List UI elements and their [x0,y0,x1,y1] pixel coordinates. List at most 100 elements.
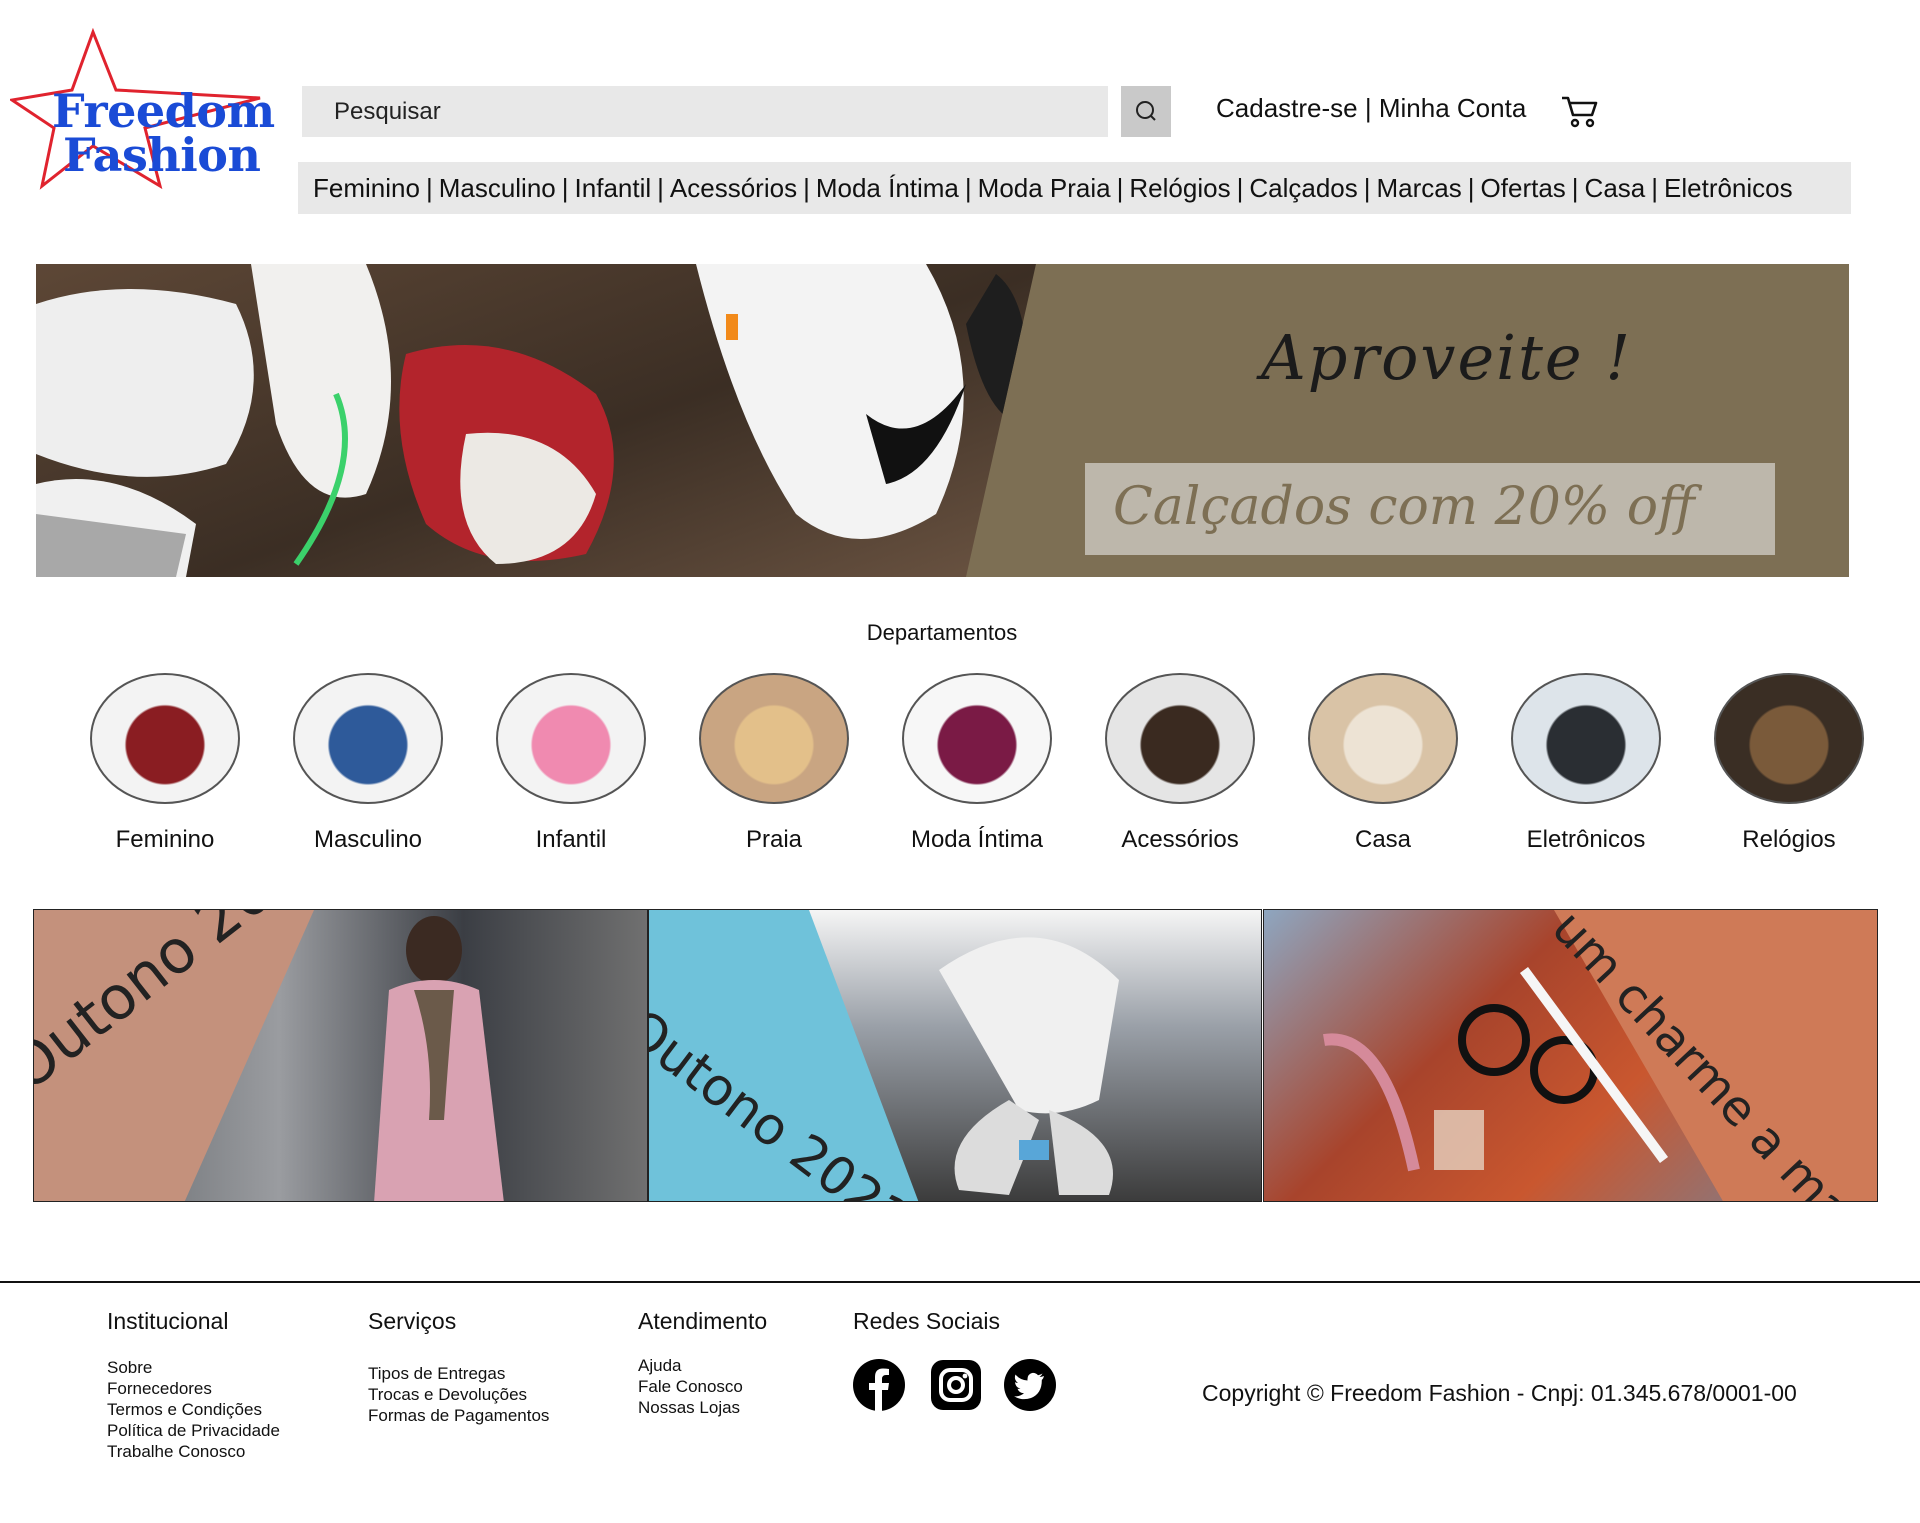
category-separator: | [1571,172,1579,203]
footer-divider [0,1281,1920,1283]
footer-col-institucional: Institucional Sobre Fornecedores Termos … [107,1308,280,1462]
department-label: Praia [745,826,803,853]
footer-link[interactable]: Trabalhe Conosco [107,1441,280,1462]
twitter-link[interactable] [1004,1359,1056,1411]
footer-link[interactable]: Nossas Lojas [638,1397,767,1418]
hero-banner[interactable]: Aproveite ! Calçados com 20% off [36,264,1849,577]
category-nav: Feminino | Masculino | Infantil | Acessórios | M… [298,162,1851,214]
footer-link[interactable]: Fale Conosco [638,1376,767,1397]
facebook-icon [853,1359,905,1411]
search-input[interactable] [302,86,1108,137]
department-label: Acessórios [1121,826,1239,853]
category-separator: | [425,172,433,203]
facebook-link[interactable] [853,1359,905,1411]
departments-title: Departamentos [866,620,1018,645]
category-separator: | [1363,172,1371,203]
footer-col-social: Redes Sociais [853,1308,1000,1335]
search-icon [1136,101,1156,121]
department-image [1105,673,1255,804]
brand-logo[interactable]: Freedom Fashion [10,28,275,193]
woman-coat-photo [374,916,504,1201]
department-label: Infantil [535,826,607,853]
department-item[interactable]: Casa [1283,673,1483,854]
category-nav-item[interactable]: Masculino [439,173,556,204]
category-nav-item[interactable]: Eletrônicos [1664,173,1793,204]
search-button[interactable] [1121,86,1171,137]
department-item[interactable]: Praia [674,673,874,854]
footer-col-title: Atendimento [638,1308,768,1334]
register-link[interactable]: Cadastre-se [1216,93,1358,123]
category-separator: | [1651,172,1659,203]
footer-col-title: Serviços [368,1308,457,1334]
department-item[interactable]: Acessórios [1080,673,1280,854]
department-label: Eletrônicos [1526,826,1646,853]
footer-links: Sobre Fornecedores Termos e Condições Po… [107,1357,280,1462]
footer-link[interactable]: Termos e Condições [107,1399,280,1420]
department-label: Masculino [313,826,423,853]
promo-banner-accessories[interactable]: um charme a mais [1263,909,1878,1202]
footer-col-title: Redes Sociais [853,1308,1001,1334]
footer-col-atendimento: Atendimento Ajuda Fale Conosco Nossas Lo… [638,1308,767,1418]
category-separator: | [1116,172,1124,203]
search-bar [302,86,1108,137]
category-nav-item[interactable]: Feminino [313,173,420,204]
instagram-link[interactable] [930,1359,982,1411]
brand-name-line2: Fashion [63,128,261,182]
hero-headline: Aproveite ! [1261,321,1633,394]
department-label: Feminino [115,826,215,853]
category-separator: | [1236,172,1244,203]
footer-link[interactable]: Política de Privacidade [107,1420,280,1441]
account-links: Cadastre-se | Minha Conta [1216,93,1526,124]
department-image [1511,673,1661,804]
footer-col-title: Institucional [107,1308,229,1334]
department-label: Casa [1354,826,1412,853]
department-image [699,673,849,804]
category-nav-item[interactable]: Moda Íntima [816,173,959,204]
footer-link[interactable]: Fornecedores [107,1378,280,1399]
sneakers-photo [36,264,1036,577]
category-nav-item[interactable]: Relógios [1129,173,1230,204]
category-nav-item[interactable]: Ofertas [1481,173,1566,204]
footer-links: Ajuda Fale Conosco Nossas Lojas [638,1355,767,1418]
category-nav-item[interactable]: Infantil [575,173,652,204]
department-image [1714,673,1864,804]
copyright-text: Copyright © Freedom Fashion - Cnpj: 01.3… [1202,1380,1797,1406]
department-item[interactable]: Moda Íntima [877,673,1077,854]
department-label: Moda Íntima [910,826,1044,853]
category-separator: | [964,172,972,203]
department-item[interactable]: Feminino [65,673,265,854]
category-nav-item[interactable]: Acessórios [670,173,797,204]
footer-link[interactable]: Tipos de Entregas [368,1363,549,1384]
footer-link[interactable]: Sobre [107,1357,280,1378]
promo-banner-autumn-men[interactable]: Outono 2021 [648,909,1262,1202]
cart-button[interactable] [1560,93,1600,129]
category-separator: | [803,172,810,203]
department-item[interactable]: Relógios [1689,673,1889,854]
department-label: Relógios [1742,826,1836,853]
category-nav-item[interactable]: Marcas [1377,173,1462,204]
category-nav-item[interactable]: Moda Praia [978,173,1111,204]
man-tracksuit-photo [939,937,1119,1195]
hero-promo-text: Calçados com 20% off [1113,477,1695,537]
department-item[interactable]: Infantil [471,673,671,854]
instagram-icon [931,1360,981,1410]
department-image [496,673,646,804]
department-image [902,673,1052,804]
footer-links: Tipos de Entregas Trocas e Devoluções Fo… [368,1363,549,1426]
category-nav-item[interactable]: Casa [1585,173,1646,204]
twitter-icon [1004,1359,1056,1411]
department-item[interactable]: Masculino [268,673,468,854]
department-image [293,673,443,804]
promo-banner-autumn-women[interactable]: Outono 2021 [33,909,648,1202]
category-nav-item[interactable]: Calçados [1249,173,1357,204]
department-item[interactable]: Eletrônicos [1486,673,1686,854]
department-image [90,673,240,804]
department-image [1308,673,1458,804]
footer-link[interactable]: Trocas e Devoluções [368,1384,549,1405]
hero-promo-box: Calçados com 20% off [1085,463,1775,555]
footer-link[interactable]: Ajuda [638,1355,767,1376]
my-account-link[interactable]: Minha Conta [1379,93,1526,123]
account-separator: | [1364,93,1372,123]
footer-col-servicos: Serviços Tipos de Entregas Trocas e Devo… [368,1308,549,1426]
footer-link[interactable]: Formas de Pagamentos [368,1405,549,1426]
